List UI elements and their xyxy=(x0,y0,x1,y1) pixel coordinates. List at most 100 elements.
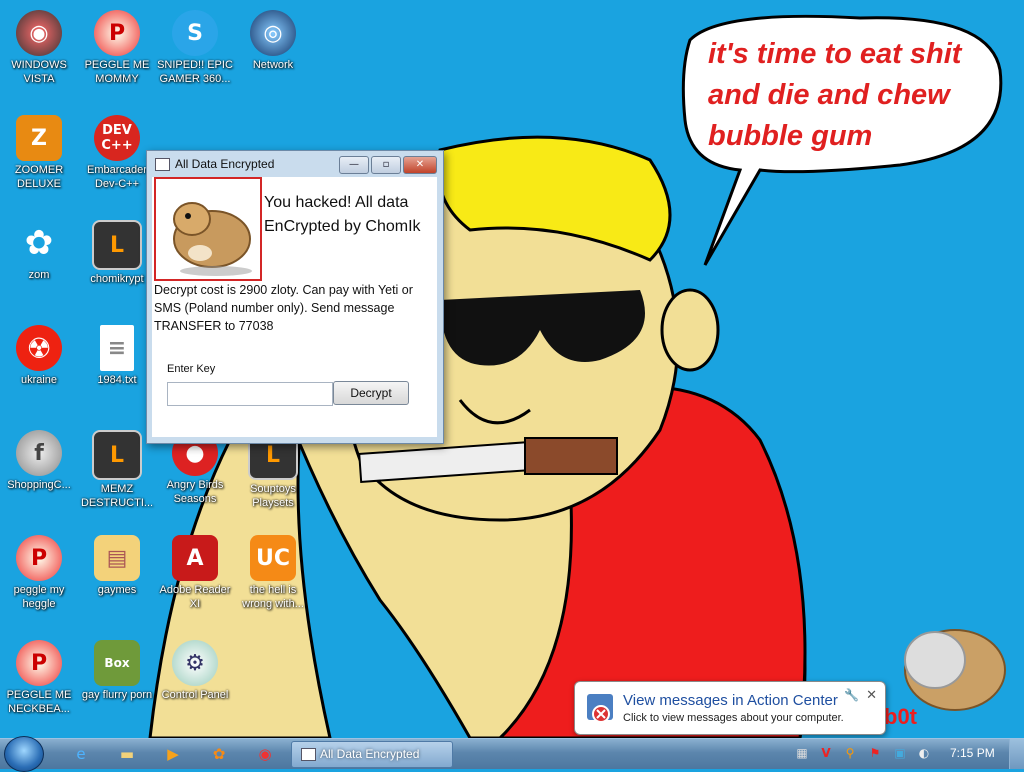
desktop-icon-dev-cpp[interactable]: DEV C++ Embarcader Dev-C++ xyxy=(79,115,155,191)
desktop-icon-zoomer-deluxe[interactable]: Z ZOOMER DELUXE xyxy=(1,115,77,191)
media-player-icon[interactable]: ▶ xyxy=(158,742,188,766)
icon-label: ShoppingC... xyxy=(7,479,71,491)
system-clock[interactable]: 7:15 PM xyxy=(950,746,995,760)
icon-label: gay flurry porn xyxy=(81,689,153,701)
action-center-notification[interactable]: View messages in Action Center Click to … xyxy=(574,681,886,735)
zoomer-icon: Z xyxy=(16,115,62,161)
icon-label: ZOOMER DELUXE xyxy=(14,164,64,190)
desktop-icon-zom[interactable]: ✿ zom xyxy=(1,220,77,282)
desktop-icon-ukraine[interactable]: ☢ ukraine xyxy=(1,325,77,387)
chrome-icon[interactable]: ◉ xyxy=(250,742,280,766)
desktop-icon-windows-vista[interactable]: ◉ WINDOWS VISTA xyxy=(1,10,77,86)
shortcut-icon: L xyxy=(92,430,142,480)
window-app-icon xyxy=(301,748,316,761)
speech-line-1: it's time to eat shit xyxy=(708,38,962,70)
window-app-icon xyxy=(155,158,170,171)
desktop-icon-gaymes[interactable]: ▤ gaymes xyxy=(79,535,155,597)
icon-label: zom xyxy=(28,269,50,281)
internet-explorer-icon[interactable]: e xyxy=(66,742,96,766)
icon-label: MEMZ DESTRUCTI... xyxy=(80,483,154,509)
desktop-icon-1984-txt[interactable]: ≡ 1984.txt xyxy=(79,325,155,387)
icon-label: Network xyxy=(252,59,294,71)
box-hamster-icon: Box xyxy=(94,640,140,686)
icon-label: gaymes xyxy=(97,584,137,596)
dialog-title: All Data Encrypted xyxy=(175,157,275,171)
uc-browser-icon[interactable]: ✿ xyxy=(204,742,234,766)
action-center-flag-icon xyxy=(587,694,613,723)
peggle-icon: P xyxy=(16,535,62,581)
desktop-icon-box[interactable]: Box gay flurry porn xyxy=(79,640,155,702)
taskbar-item-label: All Data Encrypted xyxy=(320,747,420,761)
icon-label: Control Panel xyxy=(161,689,229,701)
desktop-icon-adobe-reader[interactable]: A Adobe Reader XI xyxy=(157,535,233,611)
icon-label: WINDOWS VISTA xyxy=(11,59,67,85)
uc-browser-icon: UC xyxy=(250,535,296,581)
text-file-icon: ≡ xyxy=(100,325,134,371)
desktop-icon-shopping[interactable]: f ShoppingC... xyxy=(1,430,77,492)
taskbar: e ▬ ▶ ✿ ◉ All Data Encrypted ▦ V ⚲ ⚑ ▣ ◐… xyxy=(0,736,1024,772)
folder-icon: ▤ xyxy=(94,535,140,581)
desktop-icon-peggle-my-heggle[interactable]: P peggle my heggle xyxy=(1,535,77,611)
desktop-icon-peggle-me-mommy[interactable]: P PEGGLE ME MOMMY xyxy=(79,10,155,86)
speech-line-3: bubble gum xyxy=(708,120,873,152)
icon-label: ukraine xyxy=(20,374,58,386)
icon-label: SNIPED!! EPIC GAMER 360... xyxy=(157,59,233,85)
dialog-titlebar[interactable]: All Data Encrypted — ▫ ✕ xyxy=(147,151,443,177)
skype-icon: S xyxy=(172,10,218,56)
icon-label: PEGGLE ME MOMMY xyxy=(84,59,150,85)
close-icon[interactable]: ✕ xyxy=(866,688,877,703)
action-center-flag-icon[interactable]: ⚑ xyxy=(867,745,883,761)
dialog-body: You hacked! All data EnCrypted by ChomIk… xyxy=(152,177,437,437)
ransom-dialog: All Data Encrypted — ▫ ✕ You hacked! All… xyxy=(146,150,444,444)
flash-icon: f xyxy=(16,430,62,476)
speech-line-2: and die and chew xyxy=(708,79,950,111)
ransom-instructions: Decrypt cost is 2900 zloty. Can pay with… xyxy=(154,283,413,333)
antivirus-tray-icon[interactable]: V xyxy=(818,745,834,761)
adobe-reader-icon: A xyxy=(172,535,218,581)
desktop-icon-control-panel[interactable]: ⚙ Control Panel xyxy=(157,640,233,702)
desktop-icon-network[interactable]: ◎ Network xyxy=(235,10,311,72)
desktop-icon-sniped[interactable]: S SNIPED!! EPIC GAMER 360... xyxy=(157,10,233,86)
peggle-icon: P xyxy=(16,640,62,686)
enter-key-label: Enter Key xyxy=(167,363,216,375)
close-button[interactable]: ✕ xyxy=(403,156,437,174)
desktop-icon-memz[interactable]: L MEMZ DESTRUCTI... xyxy=(79,430,155,510)
icon-label: 1984.txt xyxy=(97,374,137,386)
windows-vista-orb-icon: ◉ xyxy=(16,10,62,56)
wrench-icon[interactable]: 🔧 xyxy=(844,688,859,702)
desktop-icon-chomikrypt[interactable]: L chomikrypt xyxy=(79,220,155,286)
flower-icon: ✿ xyxy=(24,223,54,263)
ransom-headline: You hacked! All data EnCrypted by ChomIk xyxy=(264,194,421,235)
desktop: it's time to eat shit and die and chew b… xyxy=(0,0,1024,738)
maximize-button[interactable]: ▫ xyxy=(371,156,401,174)
search-tray-icon[interactable]: ⚲ xyxy=(842,745,858,761)
key-input[interactable] xyxy=(167,382,333,406)
icon-label: chomikrypt xyxy=(90,273,144,285)
desktop-icon-peggle-me-neckbeard[interactable]: P PEGGLE ME NECKBEA... xyxy=(1,640,77,716)
icon-label: Souptoys Playsets xyxy=(250,483,296,509)
icon-label: Adobe Reader XI xyxy=(159,584,231,610)
display-tray-icon[interactable]: ▣ xyxy=(892,745,908,761)
notification-subtitle: Click to view messages about your comput… xyxy=(623,712,844,724)
peggle-icon: P xyxy=(94,10,140,56)
dev-cpp-icon: DEV C++ xyxy=(94,115,140,161)
icon-label: Embarcader Dev-C++ xyxy=(87,164,147,190)
desktop-icon-uc-browser[interactable]: UC the hell is wrong with... xyxy=(235,535,311,611)
radiation-icon: ☢ xyxy=(16,325,62,371)
taskbar-item-all-data-encrypted[interactable]: All Data Encrypted xyxy=(291,741,453,768)
decrypt-button[interactable]: Decrypt xyxy=(333,381,409,405)
icon-label: PEGGLE ME NECKBEA... xyxy=(6,689,72,715)
notification-title: View messages in Action Center xyxy=(623,692,838,709)
minimize-button[interactable]: — xyxy=(339,156,369,174)
network-icon: ◎ xyxy=(250,10,296,56)
control-panel-icon: ⚙ xyxy=(172,640,218,686)
wallpaper-corner-text: b0t xyxy=(884,704,917,729)
network-tray-icon[interactable]: ▦ xyxy=(794,745,810,761)
icon-label: peggle my heggle xyxy=(13,584,65,610)
volume-tray-icon[interactable]: ◐ xyxy=(916,745,932,761)
show-desktop-button[interactable] xyxy=(1009,739,1024,769)
hamster-image xyxy=(154,177,262,281)
explorer-folder-icon[interactable]: ▬ xyxy=(112,742,142,766)
start-button[interactable] xyxy=(4,736,44,772)
speech-bubble: it's time to eat shit and die and chew b… xyxy=(708,34,988,157)
